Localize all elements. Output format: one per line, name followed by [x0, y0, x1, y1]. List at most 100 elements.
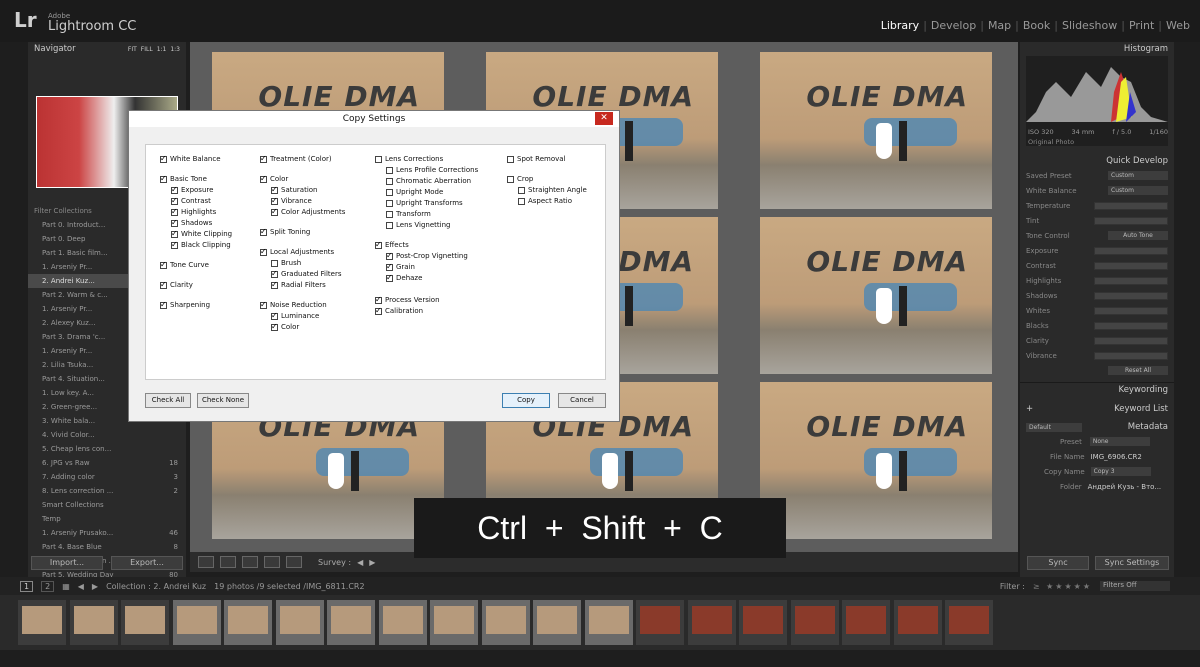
- people-view-button[interactable]: [286, 556, 302, 568]
- setting-checkbox[interactable]: Clarity: [160, 280, 193, 289]
- collection-item[interactable]: Temp: [28, 512, 186, 526]
- setting-checkbox[interactable]: Treatment (Color): [260, 154, 332, 163]
- checkbox-box[interactable]: [160, 260, 167, 269]
- setting-checkbox[interactable]: Sharpening: [160, 300, 210, 309]
- collection-item[interactable]: 6. JPG vs Raw 18: [28, 456, 186, 470]
- copy-name-field[interactable]: Copy 3: [1090, 467, 1151, 476]
- zoom-1-1[interactable]: 1:1: [157, 46, 167, 53]
- checkbox-box[interactable]: [507, 155, 514, 163]
- setting-checkbox[interactable]: Lens Vignetting: [386, 221, 450, 229]
- setting-checkbox[interactable]: Post-Crop Vignetting: [386, 251, 468, 260]
- setting-checkbox[interactable]: Highlights: [171, 207, 216, 216]
- checkbox-box[interactable]: [160, 154, 167, 163]
- zoom-1-3[interactable]: 1:3: [170, 46, 180, 53]
- metadata-header[interactable]: Default Metadata: [1020, 420, 1174, 434]
- checkbox-box[interactable]: [160, 174, 167, 183]
- checkbox-box[interactable]: [271, 322, 278, 331]
- setting-checkbox[interactable]: Spot Removal: [507, 155, 565, 163]
- module-map[interactable]: Map: [984, 19, 1015, 32]
- setting-checkbox[interactable]: Process Version: [375, 295, 440, 304]
- zoom-fit[interactable]: FIT: [128, 46, 137, 53]
- setting-checkbox[interactable]: Vibrance: [271, 196, 312, 205]
- filmstrip-thumb[interactable]: [687, 600, 736, 645]
- import-button[interactable]: Import...: [31, 556, 103, 570]
- filmstrip-thumb[interactable]: [327, 600, 375, 645]
- checkbox-box[interactable]: [271, 269, 278, 278]
- module-print[interactable]: Print: [1125, 19, 1158, 32]
- checkbox-box[interactable]: [171, 229, 178, 238]
- checkbox-box[interactable]: [386, 262, 393, 271]
- checkbox-box[interactable]: [507, 175, 514, 183]
- setting-checkbox[interactable]: Dehaze: [386, 273, 422, 282]
- zoom-fill[interactable]: FILL: [141, 46, 153, 53]
- collection-item[interactable]: Part 4. Base Blue 8: [28, 540, 186, 554]
- add-keyword-icon[interactable]: +: [1026, 404, 1033, 414]
- filmstrip-thumb[interactable]: [121, 600, 169, 645]
- setting-checkbox[interactable]: Shadows: [171, 218, 212, 227]
- module-book[interactable]: Book: [1019, 19, 1054, 32]
- checkbox-box[interactable]: [386, 188, 393, 196]
- collection-item[interactable]: 1. Arseniy Prusako... 46: [28, 526, 186, 540]
- grid-photo[interactable]: OLIE DMA: [760, 217, 992, 374]
- blacks-stepper[interactable]: [1094, 321, 1168, 330]
- setting-checkbox[interactable]: Brush: [271, 259, 301, 267]
- setting-checkbox[interactable]: Saturation: [271, 185, 318, 194]
- grid-photo[interactable]: OLIE DMA: [760, 382, 992, 539]
- setting-checkbox[interactable]: Color: [271, 322, 299, 331]
- clarity-stepper[interactable]: [1094, 336, 1168, 345]
- shadows-stepper[interactable]: [1094, 291, 1168, 300]
- checkbox-box[interactable]: [375, 295, 382, 304]
- filmstrip-thumb[interactable]: [584, 600, 633, 645]
- setting-checkbox[interactable]: Luminance: [271, 311, 319, 320]
- checkbox-box[interactable]: [260, 154, 267, 163]
- setting-checkbox[interactable]: Local Adjustments: [260, 247, 334, 256]
- setting-checkbox[interactable]: Exposure: [171, 185, 213, 194]
- filmstrip-thumb[interactable]: [636, 600, 684, 645]
- setting-checkbox[interactable]: Transform: [386, 210, 431, 218]
- filters-off-select[interactable]: Filters Off: [1100, 581, 1170, 591]
- module-web[interactable]: Web: [1162, 19, 1194, 32]
- white-balance-select[interactable]: Custom: [1108, 186, 1168, 195]
- collection-item[interactable]: Smart Collections: [28, 498, 186, 512]
- next-arrow-icon[interactable]: ▶: [369, 558, 375, 567]
- filmstrip-thumb[interactable]: [224, 600, 272, 645]
- sync-button[interactable]: Sync: [1027, 556, 1089, 570]
- sync-settings-button[interactable]: Sync Settings: [1095, 556, 1169, 570]
- loupe-view-button[interactable]: [220, 556, 236, 568]
- setting-checkbox[interactable]: Straighten Angle: [518, 186, 587, 194]
- filmstrip-thumb[interactable]: [378, 600, 427, 645]
- collection-item[interactable]: 8. Lens correction ... 2: [28, 484, 186, 498]
- setting-checkbox[interactable]: Color: [260, 174, 288, 183]
- checkbox-box[interactable]: [171, 240, 178, 249]
- checkbox-box[interactable]: [171, 185, 178, 194]
- checkbox-box[interactable]: [518, 197, 525, 205]
- auto-tone-button[interactable]: Auto Tone: [1108, 231, 1168, 240]
- filmstrip-thumb[interactable]: [790, 600, 839, 645]
- setting-checkbox[interactable]: Upright Mode: [386, 188, 443, 196]
- cancel-button[interactable]: Cancel: [558, 393, 606, 408]
- checkbox-box[interactable]: [260, 247, 267, 256]
- page2-button[interactable]: 2: [41, 580, 55, 592]
- vibrance-stepper[interactable]: [1094, 351, 1168, 360]
- checkbox-box[interactable]: [171, 207, 178, 216]
- checkbox-box[interactable]: [260, 227, 267, 236]
- checkbox-box[interactable]: [271, 311, 278, 320]
- saved-preset-select[interactable]: Custom: [1108, 171, 1168, 180]
- checkbox-box[interactable]: [375, 155, 382, 163]
- preset-select[interactable]: None: [1089, 437, 1150, 446]
- setting-checkbox[interactable]: Crop: [507, 175, 533, 183]
- collection-item[interactable]: 5. Cheap lens con...: [28, 442, 186, 456]
- setting-checkbox[interactable]: Split Toning: [260, 227, 310, 236]
- metadata-default-select[interactable]: Default: [1026, 422, 1082, 432]
- setting-checkbox[interactable]: Upright Transforms: [386, 199, 463, 207]
- setting-checkbox[interactable]: Contrast: [171, 196, 211, 205]
- checkbox-box[interactable]: [375, 306, 382, 315]
- check-none-button[interactable]: Check None: [197, 393, 249, 408]
- setting-checkbox[interactable]: Radial Filters: [271, 280, 326, 289]
- setting-checkbox[interactable]: Lens Profile Corrections: [386, 166, 478, 174]
- checkbox-box[interactable]: [271, 259, 278, 267]
- collection-item[interactable]: 7. Adding color 3: [28, 470, 186, 484]
- setting-checkbox[interactable]: Calibration: [375, 306, 423, 315]
- close-icon[interactable]: ✕: [595, 112, 613, 125]
- setting-checkbox[interactable]: Noise Reduction: [260, 300, 327, 309]
